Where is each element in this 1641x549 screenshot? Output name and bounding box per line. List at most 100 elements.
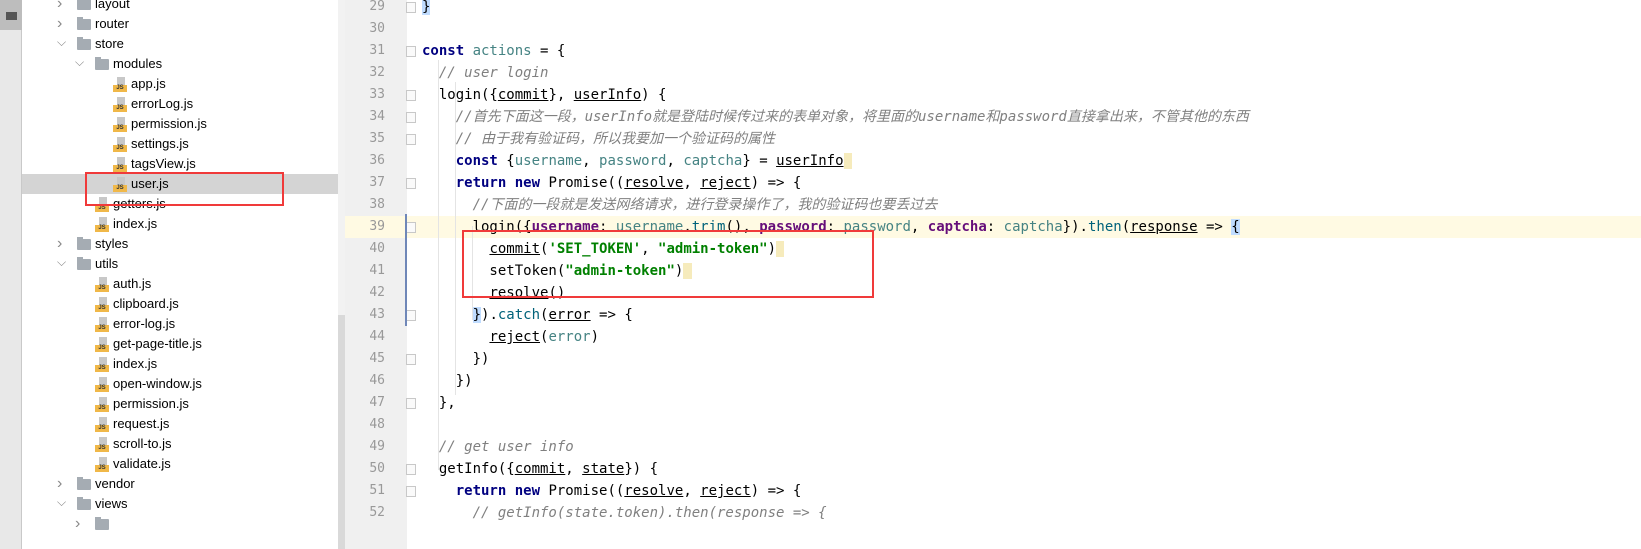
tree-item-label: permission.js [113, 396, 189, 411]
code-line[interactable]: // get user info [407, 436, 1641, 458]
line-number: 35 [369, 131, 385, 146]
fold-marker-icon[interactable] [406, 464, 416, 475]
tree-item-label: layout [95, 0, 130, 11]
code-line[interactable]: login({commit}, userInfo) { [407, 84, 1641, 106]
file-icon [117, 137, 125, 145]
tree-item[interactable]: JS settings.js [22, 134, 345, 154]
tree-item[interactable]: › styles [22, 234, 345, 254]
tree-item[interactable]: JS tagsView.js [22, 154, 345, 174]
js-file-icon: JS [113, 97, 127, 112]
chevron-down-icon[interactable]: ⌵ [57, 494, 67, 510]
tree-item[interactable]: JS error-log.js [22, 314, 345, 334]
tree-item[interactable]: JS auth.js [22, 274, 345, 294]
code-token: error [548, 329, 591, 345]
js-badge: JS [113, 145, 127, 152]
code-line[interactable] [407, 18, 1641, 40]
code-line[interactable]: } [407, 0, 1641, 18]
scrollbar-thumb[interactable] [338, 315, 345, 549]
tree-item-label: vendor [95, 476, 135, 491]
code-line[interactable]: }, [407, 392, 1641, 414]
tree-item[interactable]: JS validate.js [22, 454, 345, 474]
code-line[interactable]: }) [407, 348, 1641, 370]
tree-item[interactable]: › layout [22, 0, 345, 14]
chevron-right-icon[interactable]: › [57, 14, 67, 33]
code-token: resolve [624, 175, 684, 191]
code-line[interactable]: const actions = { [407, 40, 1641, 62]
code-token: }). [1062, 219, 1088, 235]
tree-item[interactable]: JS permission.js [22, 394, 345, 414]
folder-icon [77, 477, 91, 490]
js-file-icon: JS [95, 377, 109, 392]
fold-marker-icon[interactable] [406, 486, 416, 497]
tree-item[interactable]: JS permission.js [22, 114, 345, 134]
tree-item[interactable]: JS errorLog.js [22, 94, 345, 114]
code-token: then [1087, 219, 1122, 235]
code-token: //下面的一段就是发送网络请求，进行登录操作了，我的验证码也要丢过去 [422, 197, 938, 213]
js-file-icon: JS [95, 317, 109, 332]
code-token: ) { [641, 87, 667, 103]
js-file-icon: JS [113, 117, 127, 132]
tree-item-label: errorLog.js [131, 96, 194, 111]
line-number: 49 [369, 439, 385, 454]
code-line[interactable]: }) [407, 370, 1641, 392]
line-number: 36 [369, 153, 385, 168]
code-line[interactable]: // user login [407, 62, 1641, 84]
project-tool-tab[interactable] [0, 0, 22, 30]
tree-item[interactable]: JS index.js [22, 354, 345, 374]
highlight-box-user-js [85, 172, 284, 206]
code-line[interactable]: // getInfo(state.token).then(response =>… [407, 502, 1641, 524]
code-token: , [683, 483, 701, 499]
chevron-down-icon[interactable]: ⌵ [57, 34, 67, 50]
chevron-down-icon[interactable]: ⌵ [75, 54, 85, 70]
js-file-icon: JS [95, 337, 109, 352]
tree-item[interactable]: › router [22, 14, 345, 34]
tree-item[interactable]: JS index.js [22, 214, 345, 234]
code-line[interactable]: // 由于我有验证码，所以我要加一个验证码的属性 [407, 128, 1641, 150]
code-line[interactable]: getInfo({commit, state}) { [407, 458, 1641, 480]
code-line[interactable]: reject(error) [407, 326, 1641, 348]
fold-marker-icon[interactable] [406, 90, 416, 101]
chevron-right-icon[interactable]: › [75, 514, 85, 533]
fold-marker-icon[interactable] [406, 112, 416, 123]
code-token: }) [422, 373, 473, 389]
chevron-down-icon[interactable]: ⌵ [57, 254, 67, 270]
js-badge: JS [95, 425, 109, 432]
tree-item[interactable]: JS clipboard.js [22, 294, 345, 314]
fold-marker-icon[interactable] [406, 46, 416, 57]
tree-item[interactable]: › vendor [22, 474, 345, 494]
chevron-right-icon[interactable]: › [57, 0, 67, 13]
code-line[interactable]: }).catch(error => { [407, 304, 1641, 326]
tree-item[interactable]: JS open-window.js [22, 374, 345, 394]
tree-item[interactable]: › [22, 514, 345, 534]
fold-marker-icon[interactable] [406, 222, 416, 233]
tree-item[interactable]: JS app.js [22, 74, 345, 94]
tree-item[interactable]: JS scroll-to.js [22, 434, 345, 454]
tree-item[interactable]: ⌵ views [22, 494, 345, 514]
tree-item[interactable]: ⌵ utils [22, 254, 345, 274]
chevron-right-icon[interactable]: › [57, 234, 67, 253]
fold-marker-icon[interactable] [406, 398, 416, 409]
chevron-right-icon[interactable]: › [57, 474, 67, 493]
code-line[interactable]: //首先下面这一段，userInfo就是登陆时候传过来的表单对象，将里面的use… [407, 106, 1641, 128]
code-line[interactable]: return new Promise((resolve, reject) => … [407, 172, 1641, 194]
code-token: { [1231, 219, 1240, 235]
fold-marker-icon[interactable] [406, 310, 416, 321]
tree-item[interactable]: ⌵ store [22, 34, 345, 54]
fold-marker-icon[interactable] [406, 178, 416, 189]
code-token: reject [700, 483, 751, 499]
tree-scrollbar[interactable] [338, 0, 345, 549]
code-token: // get user info [422, 439, 574, 455]
tree-item-label: index.js [113, 356, 158, 371]
fold-marker-icon[interactable] [406, 134, 416, 145]
tree-item[interactable]: JS get-page-title.js [22, 334, 345, 354]
fold-marker-icon[interactable] [406, 2, 416, 13]
code-line[interactable]: const {username, password, captcha} = us… [407, 150, 1641, 172]
fold-marker-icon[interactable] [406, 354, 416, 365]
code-line[interactable]: //下面的一段就是发送网络请求，进行登录操作了，我的验证码也要丢过去 [407, 194, 1641, 216]
tree-item[interactable]: JS request.js [22, 414, 345, 434]
folder-icon [95, 517, 109, 530]
tree-item[interactable]: ⌵ modules [22, 54, 345, 74]
code-line[interactable] [407, 414, 1641, 436]
code-line[interactable]: return new Promise((resolve, reject) => … [407, 480, 1641, 502]
